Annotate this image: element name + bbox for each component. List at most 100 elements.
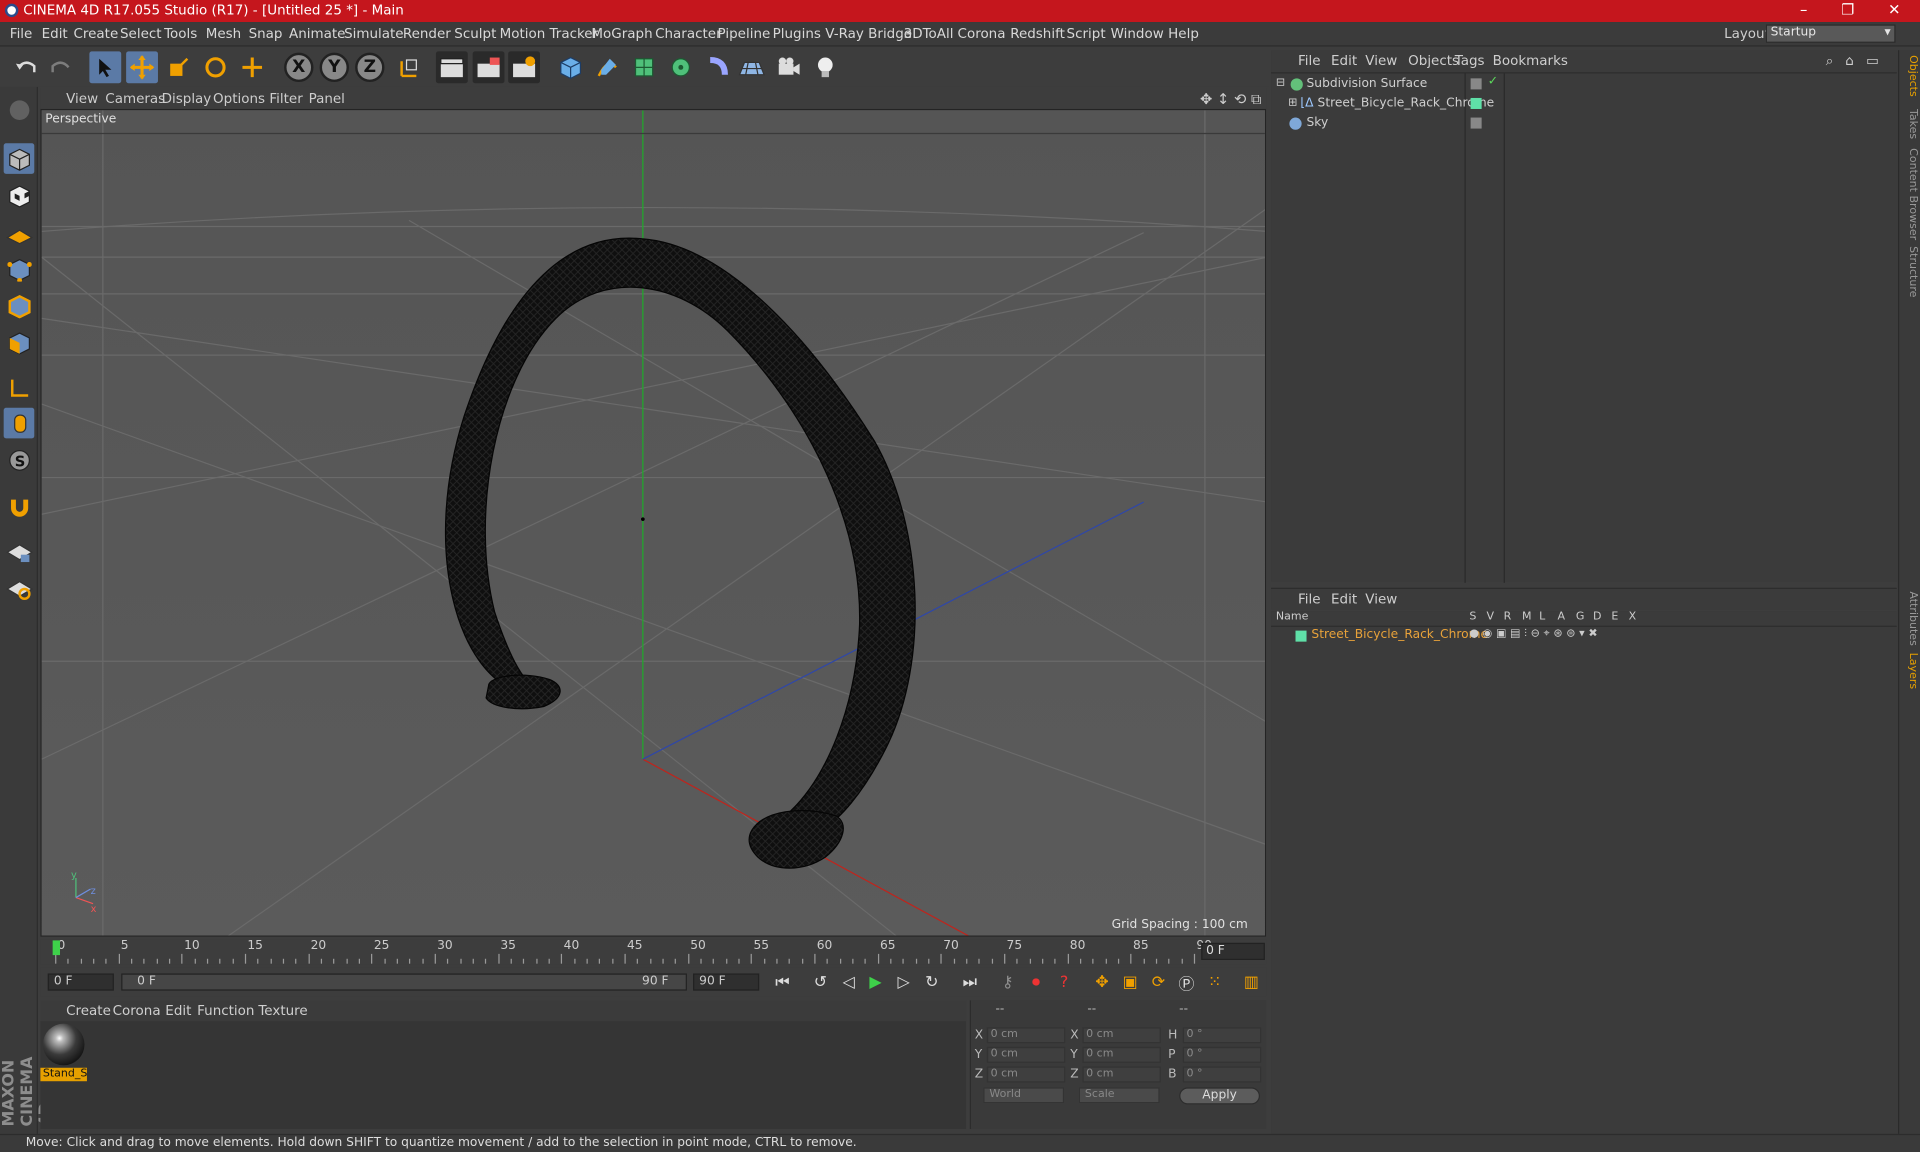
menu-vray-bridge[interactable]: V-Ray Bridge [825, 26, 912, 42]
menu-snap[interactable]: Snap [249, 26, 283, 42]
layer-menu-edit[interactable]: Edit [1331, 591, 1357, 607]
coord-value-field[interactable]: 0 cm [986, 1046, 1066, 1063]
menu-corona[interactable]: Corona [958, 26, 1006, 42]
key-rotation-button[interactable]: ⟳ [1146, 970, 1170, 994]
rotate-tool-button[interactable] [200, 51, 232, 83]
close-button[interactable]: ✕ [1876, 1, 1913, 18]
next-frame-button[interactable]: ▷ [891, 970, 915, 994]
pen-spline-button[interactable] [591, 51, 623, 83]
model-mode-button[interactable] [3, 143, 35, 174]
viewport-nav-icons[interactable]: ✥ ↕ ⟲ ⧉ [1200, 91, 1261, 109]
object-row-subdivision-surface[interactable]: ⊟ Subdivision Surface ✓ [1271, 75, 1897, 95]
autokey-button[interactable]: ? [1052, 970, 1076, 994]
om-menu-objects[interactable]: Objects [1408, 53, 1459, 69]
make-editable-button[interactable] [4, 94, 35, 125]
lock-workplane-button[interactable] [4, 536, 35, 567]
scale-tool-button[interactable] [163, 51, 195, 83]
coord-value-field[interactable]: 0 ° [1182, 1066, 1262, 1083]
menu-select[interactable]: Select [120, 26, 162, 42]
material-menu-create[interactable]: Create [66, 1003, 111, 1019]
om-menu-tags[interactable]: Tags [1455, 53, 1485, 69]
render-picture-viewer-button[interactable] [472, 51, 505, 84]
menu-3dtoall[interactable]: 3DToAll [904, 26, 954, 42]
light-button[interactable] [809, 51, 841, 83]
record-button[interactable]: ⏺ [1024, 970, 1048, 994]
go-to-start-button[interactable]: ⏮ [770, 970, 794, 994]
menu-script[interactable]: Script [1067, 26, 1106, 42]
collapse-icon[interactable]: ⊟ [1276, 77, 1285, 89]
axis-mode-button[interactable] [4, 372, 35, 403]
menu-file[interactable]: File [10, 26, 33, 42]
render-view-button[interactable] [435, 51, 468, 84]
z-axis-lock-button[interactable]: Z [355, 52, 385, 83]
timeline-window-button[interactable]: ▥ [1239, 970, 1263, 994]
points-mode-button[interactable] [4, 253, 35, 284]
coordinate-space-select[interactable]: World [983, 1087, 1065, 1104]
apply-button[interactable]: Apply [1179, 1087, 1261, 1105]
x-axis-lock-button[interactable]: X [284, 52, 314, 83]
search-icon[interactable]: ⌕ [1826, 53, 1834, 70]
polygons-mode-button[interactable] [4, 327, 35, 358]
menu-redshift[interactable]: Redshift [1010, 26, 1065, 42]
coord-value-field[interactable]: 0 cm [1082, 1027, 1161, 1044]
y-axis-lock-button[interactable]: Y [319, 52, 349, 83]
transform-tool-button[interactable] [236, 51, 268, 83]
edges-mode-button[interactable] [4, 290, 35, 321]
frame-ruler[interactable]: 051015202530354045505560657075808590 [50, 939, 1212, 965]
coordinate-mode-select[interactable]: Scale [1078, 1087, 1160, 1104]
layer-swatch[interactable] [1470, 117, 1482, 129]
deformer-button[interactable] [702, 51, 734, 83]
menu-render[interactable]: Render [403, 26, 451, 42]
layer-column-header[interactable]: G [1576, 611, 1585, 623]
menu-character[interactable]: Character [655, 26, 722, 42]
menu-motion-tracker[interactable]: Motion Tracker [500, 26, 599, 42]
coordinate-system-button[interactable] [393, 51, 425, 83]
coord-value-field[interactable]: 0 ° [1182, 1027, 1262, 1044]
layer-color-swatch[interactable] [1295, 630, 1307, 642]
current-frame-field[interactable]: 0 F [1201, 942, 1265, 961]
coord-value-field[interactable]: 0 cm [1082, 1046, 1161, 1063]
material-menu-corona[interactable]: Corona [113, 1003, 161, 1019]
layer-column-header[interactable]: L [1539, 611, 1545, 623]
viewport-menu-options[interactable]: Options [213, 91, 265, 107]
texture-mode-button[interactable] [4, 180, 35, 211]
object-row-sky[interactable]: Sky [1271, 114, 1897, 134]
preview-range-slider[interactable]: 0 F 90 F [121, 973, 687, 991]
menu-tools[interactable]: Tools [164, 26, 197, 42]
viewport-menu-cameras[interactable]: Cameras [105, 91, 165, 107]
viewport-menu-view[interactable]: View [66, 91, 98, 107]
undo-button[interactable] [10, 51, 42, 83]
viewport-menu-display[interactable]: Display [162, 91, 212, 107]
layer-column-header[interactable]: R [1504, 611, 1512, 623]
layer-menu-file[interactable]: File [1298, 591, 1321, 607]
cube-object-button[interactable] [555, 51, 587, 83]
play-button[interactable]: ▶ [863, 970, 887, 994]
go-to-end-button[interactable]: ⏭ [958, 970, 982, 994]
live-selection-button[interactable] [89, 51, 122, 84]
menu-edit[interactable]: Edit [42, 26, 68, 42]
layer-column-header[interactable]: D [1593, 611, 1601, 623]
tab-structure[interactable]: Structure [1902, 246, 1919, 297]
render-settings-button[interactable] [508, 51, 541, 84]
timeline-ruler[interactable]: 051015202530354045505560657075808590 0 F [40, 939, 1267, 965]
viewport-menu-filter[interactable]: Filter [269, 91, 302, 107]
tab-attributes[interactable]: Attributes [1902, 591, 1919, 645]
layer-column-header[interactable]: Name [1276, 611, 1309, 623]
cloner-button[interactable] [665, 51, 697, 83]
menu-mesh[interactable]: Mesh [206, 26, 241, 42]
layer-menu-view[interactable]: View [1365, 591, 1397, 607]
menu-mograph[interactable]: MoGraph [591, 26, 652, 42]
key-position-button[interactable]: ✥ [1090, 970, 1114, 994]
layer-column-header[interactable]: S [1469, 611, 1476, 623]
planar-workplane-button[interactable] [4, 573, 35, 604]
end-frame-field[interactable]: 90 F [693, 973, 760, 991]
restore-button[interactable]: ❐ [1829, 1, 1866, 18]
tweak-mode-button[interactable] [3, 407, 35, 439]
start-frame-field[interactable]: 0 F [47, 973, 114, 991]
layer-column-header[interactable]: V [1487, 611, 1495, 623]
material-item[interactable]: Stand_S [40, 1021, 89, 1085]
material-menu-function[interactable]: Function [197, 1003, 254, 1019]
key-parameter-button[interactable]: Ⓟ [1174, 970, 1198, 994]
previous-key-button[interactable]: ↺ [808, 970, 832, 994]
next-key-button[interactable]: ↻ [920, 970, 944, 994]
